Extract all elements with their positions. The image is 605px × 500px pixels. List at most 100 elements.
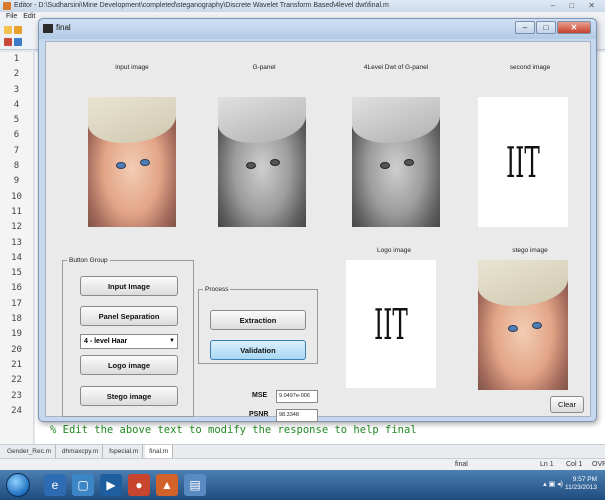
- logo-image-label: Logo image: [377, 247, 411, 254]
- level-select-value: 4 - level Haar: [84, 338, 128, 345]
- editor-file-tabs: Gender_Rec.m dhmaxcpy.m fspecial.m final…: [0, 444, 605, 458]
- editor-title-bar: Editor - D:\Sudharsini\Mine Development\…: [0, 0, 605, 12]
- run-icon[interactable]: [4, 38, 12, 46]
- figure-body: input image G-panel 4Level Dwt of G-pane…: [45, 41, 591, 422]
- mse-value: 9.0497e-006: [276, 390, 318, 403]
- line-number: 17: [11, 298, 22, 309]
- line-number: 3: [13, 84, 20, 95]
- line-number: 14: [11, 252, 22, 263]
- line-number: 20: [11, 344, 22, 355]
- validation-button[interactable]: Validation: [210, 340, 306, 360]
- figure-title-bar[interactable]: final – □ ✕: [39, 19, 596, 39]
- clock[interactable]: 9:57 PM 11/23/2013: [565, 476, 597, 492]
- line-number: 18: [11, 314, 22, 325]
- figure-window-controls: – □ ✕: [515, 21, 591, 34]
- level-select[interactable]: 4 - level Haar ▼: [80, 334, 178, 349]
- line-number: 1: [13, 54, 20, 64]
- new-file-icon[interactable]: [4, 26, 12, 34]
- code-comment-line[interactable]: % Edit the above text to modify the resp…: [50, 424, 417, 436]
- line-number: 5: [13, 115, 20, 126]
- eye-shape: [532, 322, 542, 329]
- clear-button[interactable]: Clear: [550, 396, 584, 413]
- status-file-name: final: [455, 461, 468, 468]
- line-number: 7: [13, 145, 20, 156]
- start-button[interactable]: [6, 473, 30, 497]
- file-tab[interactable]: Gender_Rec.m: [3, 445, 57, 458]
- menu-edit[interactable]: Edit: [23, 13, 35, 20]
- dropdown-arrow-icon[interactable]: ▼: [169, 335, 175, 348]
- media-player-icon[interactable]: ▶: [100, 474, 122, 496]
- line-number: 21: [11, 359, 22, 370]
- close-button[interactable]: ✕: [557, 21, 591, 34]
- hat-shape: [88, 97, 176, 143]
- stego-image-button[interactable]: Stego image: [80, 386, 178, 406]
- second-image: IIT: [478, 97, 568, 227]
- line-number: 2: [13, 69, 20, 80]
- figure-title: final: [56, 23, 71, 32]
- hat-shape: [352, 97, 440, 143]
- ie-icon[interactable]: e: [44, 474, 66, 496]
- menu-file[interactable]: File: [6, 13, 17, 20]
- extraction-button[interactable]: Extraction: [210, 310, 306, 330]
- eye-shape: [140, 159, 150, 166]
- status-col: Col 1: [566, 461, 583, 468]
- logo-image-text: IIT: [374, 299, 408, 349]
- eye-shape: [116, 162, 126, 169]
- editor-taskbar-icon[interactable]: ▤: [184, 474, 206, 496]
- stego-image: [478, 260, 568, 390]
- figure-window: final – □ ✕ input image G-panel 4Level D…: [38, 18, 597, 422]
- clock-date: 11/23/2013: [564, 484, 597, 491]
- line-number: 11: [11, 206, 22, 217]
- hat-shape: [218, 97, 306, 143]
- line-number: 8: [13, 161, 20, 172]
- tray-icons[interactable]: ▴ ▣ ◂): [543, 480, 563, 488]
- logo-image-button[interactable]: Logo image: [80, 355, 178, 375]
- psnr-label: PSNR: [249, 411, 269, 418]
- line-number: 4: [13, 99, 20, 110]
- file-tab[interactable]: dhmaxcpy.m: [58, 445, 104, 458]
- line-number: 22: [11, 375, 22, 386]
- hat-shape: [478, 260, 568, 306]
- file-tab-active[interactable]: final.m: [145, 445, 174, 458]
- line-number: 24: [11, 405, 22, 416]
- input-image: [88, 97, 176, 227]
- input-image-label: input image: [115, 64, 149, 71]
- editor-window-controls[interactable]: – □ ✕: [551, 0, 601, 12]
- windows-taskbar: e ▢ ▶ ● ▲ ▤ ▴ ▣ ◂) 9:57 PM 11/23/2013: [0, 470, 605, 500]
- firefox-icon[interactable]: ●: [128, 474, 150, 496]
- eye-shape: [404, 159, 414, 166]
- dwt-label: 4Level Dwt of G-panel: [363, 64, 429, 71]
- button-group-legend: Button Group: [69, 257, 108, 264]
- status-line: Ln 1: [540, 461, 554, 468]
- panel-separation-button[interactable]: Panel Separation: [80, 306, 178, 326]
- line-number: 19: [11, 329, 22, 340]
- status-ovr: OVR: [592, 461, 605, 468]
- line-number: 10: [11, 191, 22, 202]
- matlab-icon: [3, 2, 11, 10]
- debug-icon[interactable]: [14, 38, 22, 46]
- line-number: 23: [11, 390, 22, 401]
- line-number: 16: [11, 283, 22, 294]
- open-file-icon[interactable]: [14, 26, 22, 34]
- line-number: 6: [13, 130, 20, 141]
- folder-icon[interactable]: ▢: [72, 474, 94, 496]
- eye-shape: [380, 162, 390, 169]
- dwt-image: [352, 97, 440, 227]
- line-number-gutter: 1 2 3 4 5 6 7 8 9 10 11 12 13 14 15 16 1…: [0, 52, 34, 444]
- line-number: 9: [13, 176, 20, 187]
- stego-image-label: stego image: [512, 247, 548, 254]
- clock-time: 9:57 PM: [572, 476, 597, 483]
- eye-shape: [270, 159, 280, 166]
- process-legend: Process: [205, 286, 229, 293]
- second-image-label: second image: [509, 64, 551, 71]
- matlab-taskbar-icon[interactable]: ▲: [156, 474, 178, 496]
- editor-title: Editor - D:\Sudharsini\Mine Development\…: [14, 2, 389, 9]
- line-number: 12: [11, 222, 22, 233]
- eye-shape: [246, 162, 256, 169]
- mse-label: MSE: [252, 392, 268, 399]
- minimize-button[interactable]: –: [515, 21, 535, 34]
- input-image-button[interactable]: Input Image: [80, 276, 178, 296]
- line-number: 15: [11, 268, 22, 279]
- file-tab[interactable]: fspecial.m: [105, 445, 144, 458]
- maximize-button[interactable]: □: [536, 21, 556, 34]
